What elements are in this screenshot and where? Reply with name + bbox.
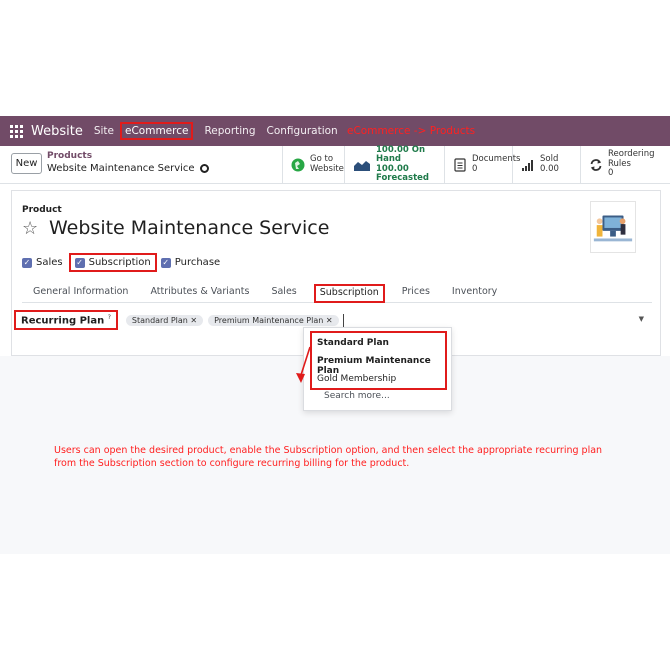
remove-tag-icon[interactable]: ✕ bbox=[326, 316, 333, 325]
tab-subscription[interactable]: Subscription bbox=[313, 284, 385, 303]
product-image[interactable] bbox=[590, 201, 636, 253]
tab-general-information[interactable]: General Information bbox=[22, 286, 139, 302]
dropdown-caret-icon[interactable]: ▼ bbox=[639, 315, 644, 323]
checkbox-purchase-label: Purchase bbox=[174, 257, 221, 268]
annotation-arrow-icon bbox=[296, 346, 311, 383]
tag-premium-label: Premium Maintenance Plan bbox=[214, 315, 324, 325]
dropdown-option-gold-membership[interactable]: Gold Membership bbox=[317, 374, 396, 384]
smart-button-sold-line2: 0.00 bbox=[540, 163, 559, 174]
tab-prices[interactable]: Prices bbox=[391, 286, 441, 302]
nav-item-ecommerce[interactable]: eCommerce bbox=[120, 122, 194, 140]
chart-area-icon bbox=[354, 160, 370, 171]
dropdown-search-more[interactable]: Search more... bbox=[324, 391, 390, 401]
tag-standard-plan[interactable]: Standard Plan ✕ bbox=[125, 314, 204, 326]
instruction-annotation: Users can open the desired product, enab… bbox=[54, 445, 603, 469]
breadcrumb-parent[interactable]: Products bbox=[47, 151, 92, 161]
product-section-label: Product bbox=[22, 205, 62, 215]
tab-sales[interactable]: Sales bbox=[260, 286, 307, 302]
nav-annotation: eCommerce -> Products bbox=[347, 125, 476, 137]
recurring-plan-label-text: Recurring Plan bbox=[21, 315, 105, 327]
checkmark-icon: ✓ bbox=[74, 257, 85, 268]
smart-button-stock[interactable]: 100.00 On Hand 100.00 Forecasted bbox=[344, 144, 444, 183]
bar-chart-icon bbox=[522, 159, 533, 171]
text-cursor[interactable] bbox=[342, 313, 344, 327]
breadcrumb-current-label: Website Maintenance Service bbox=[47, 163, 195, 174]
checkmark-icon: ✓ bbox=[22, 257, 32, 268]
document-icon bbox=[454, 157, 466, 172]
remove-tag-icon[interactable]: ✕ bbox=[190, 316, 197, 325]
checkmark-icon: ✓ bbox=[160, 257, 171, 268]
checkbox-sales-label: Sales bbox=[36, 257, 63, 268]
app-brand[interactable]: Website bbox=[31, 124, 83, 139]
recurring-plan-label: Recurring Plan ? bbox=[14, 309, 118, 331]
control-panel: New Products Website Maintenance Service… bbox=[0, 144, 670, 184]
tag-standard-plan-label: Standard Plan bbox=[131, 315, 188, 325]
dropdown-option-premium-maintenance-plan[interactable]: Premium Maintenance Plan bbox=[317, 356, 451, 376]
smart-button-reordering[interactable]: Reordering Rules 0 bbox=[580, 146, 670, 183]
form-tabs: General Information Attributes & Variant… bbox=[22, 283, 652, 303]
nav-item-reporting[interactable]: Reporting bbox=[204, 125, 255, 137]
recurring-plan-dropdown: Standard Plan Premium Maintenance Plan G… bbox=[303, 327, 452, 411]
breadcrumb-current: Website Maintenance Service bbox=[47, 163, 209, 174]
checkbox-purchase[interactable]: ✓ Purchase bbox=[160, 257, 221, 268]
new-button[interactable]: New bbox=[11, 153, 42, 174]
apps-grid-icon[interactable] bbox=[10, 124, 23, 138]
help-tooltip-icon[interactable]: ? bbox=[108, 314, 111, 321]
gear-icon[interactable] bbox=[199, 164, 209, 173]
dropdown-option-standard-plan[interactable]: Standard Plan bbox=[317, 338, 389, 348]
tab-inventory[interactable]: Inventory bbox=[441, 286, 508, 302]
smart-button-reordering-line2: 0 bbox=[608, 168, 614, 179]
checkbox-sales[interactable]: ✓ Sales bbox=[22, 257, 63, 268]
smart-button-website-line2: Website bbox=[310, 163, 344, 174]
product-type-checkboxes: ✓ Sales ✓ Subscription ✓ Purchase bbox=[22, 253, 220, 272]
favorite-star-icon[interactable]: ☆ bbox=[22, 218, 38, 239]
product-name-field[interactable]: Website Maintenance Service bbox=[49, 217, 329, 239]
screenshot-canvas: Website Site eCommerce Reporting Configu… bbox=[0, 0, 670, 670]
smart-button-stock-line1: 100.00 On Hand bbox=[376, 144, 426, 165]
smart-button-documents[interactable]: Documents 0 bbox=[444, 146, 520, 183]
top-navbar: Website Site eCommerce Reporting Configu… bbox=[0, 116, 670, 146]
refresh-icon bbox=[590, 158, 602, 171]
smart-button-website[interactable]: Go to Website bbox=[282, 146, 344, 183]
tab-attributes-variants[interactable]: Attributes & Variants bbox=[139, 286, 260, 302]
checkbox-subscription-label: Subscription bbox=[88, 257, 151, 268]
nav-item-configuration[interactable]: Configuration bbox=[267, 125, 338, 137]
nav-item-site[interactable]: Site bbox=[94, 125, 114, 137]
smart-button-stock-line2: 100.00 Forecasted bbox=[376, 163, 430, 183]
smart-button-sold[interactable]: Sold 0.00 bbox=[512, 146, 580, 183]
smart-button-reordering-line1: Reordering Rules bbox=[608, 149, 655, 169]
globe-icon bbox=[291, 158, 305, 171]
tag-premium-maintenance-plan[interactable]: Premium Maintenance Plan ✕ bbox=[208, 314, 339, 326]
checkbox-subscription[interactable]: ✓ Subscription bbox=[68, 253, 157, 272]
